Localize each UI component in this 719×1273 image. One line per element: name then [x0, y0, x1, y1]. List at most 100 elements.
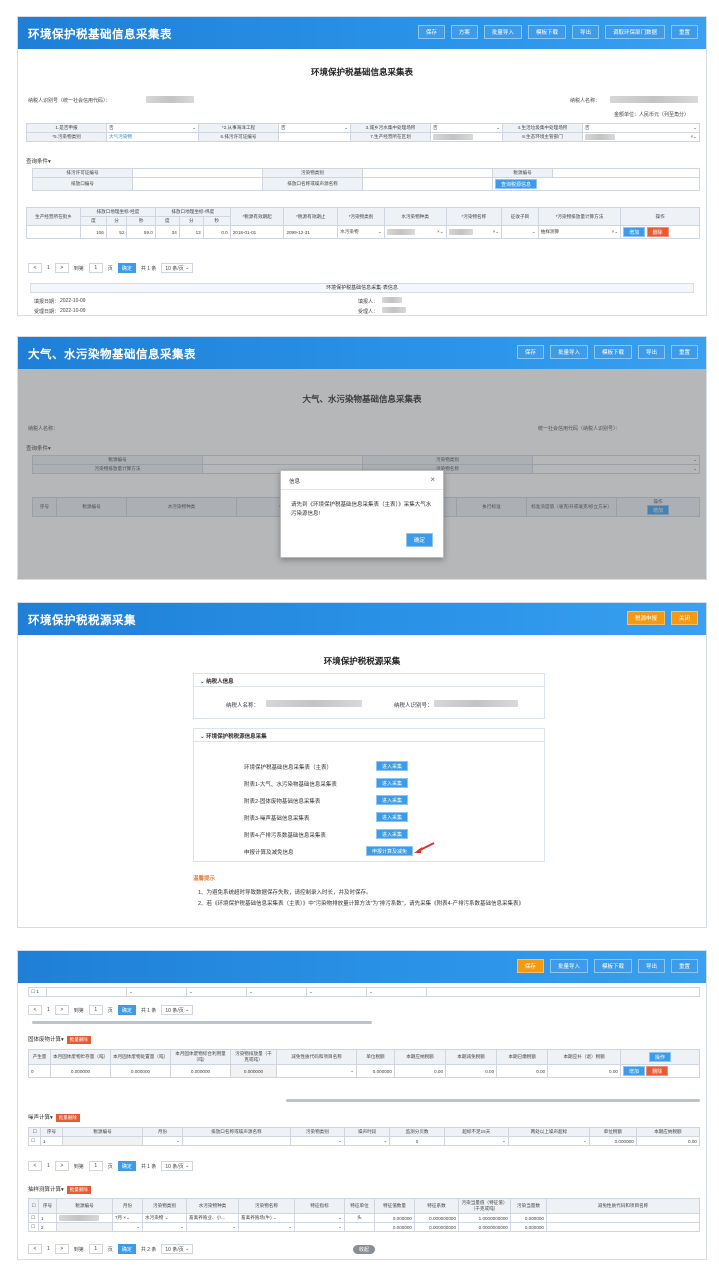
reset-button[interactable]: 重置 [670, 959, 698, 973]
query-source-button[interactable]: 查询税源信息 [495, 179, 538, 189]
export-button[interactable]: 导出 [571, 25, 599, 39]
goto-page-input[interactable]: 1 [88, 1161, 103, 1171]
enter-annex4-button[interactable]: 进入采集 [376, 829, 409, 839]
row-checkbox[interactable]: ☐ [28, 1136, 41, 1146]
category-select[interactable]: 水污染物 ⌄ [337, 225, 385, 239]
sub-item-select[interactable]: ⌄ [501, 225, 539, 239]
fetch-env-data-button[interactable]: 调取环保部门数据 [604, 25, 665, 39]
enter-calc-button[interactable]: 申报计算及减免 [366, 846, 414, 856]
section-title[interactable]: 抽样测算计算▾ 批量删除 [28, 1185, 91, 1194]
batch-delete-button[interactable]: 批量删除 [55, 1114, 80, 1122]
goto-page-input[interactable]: 1 [88, 263, 103, 273]
template-download-button[interactable]: 模板下载 [593, 959, 632, 973]
region-input[interactable] [430, 132, 503, 142]
collapse-button[interactable]: 收起 [353, 1245, 376, 1254]
enter-main-button[interactable]: 进入采集 [376, 761, 409, 771]
current-page[interactable]: 1 [47, 1007, 50, 1013]
current-page[interactable]: 1 [47, 1163, 50, 1169]
dialog-confirm-button[interactable]: 确定 [405, 533, 433, 547]
batch-import-button[interactable]: 批量导入 [549, 345, 588, 359]
row-checkbox[interactable]: ☐ 1 [28, 987, 47, 997]
current-page[interactable]: 1 [47, 1246, 50, 1252]
lat-min-input[interactable]: 13 [178, 225, 204, 239]
enter-annex2-button[interactable]: 进入采集 [376, 795, 409, 805]
page-size-select[interactable]: 10 条/页 ⌄ [161, 1005, 194, 1015]
permit-number-input[interactable] [278, 132, 351, 142]
lat-deg-input[interactable]: 34 [154, 225, 180, 239]
save-button[interactable]: 保存 [516, 959, 544, 973]
pollutant-category-select[interactable]: 大气污染物 [106, 132, 199, 142]
horizontal-scrollbar[interactable] [286, 1099, 700, 1102]
section-title[interactable]: 噪声计算▾ 批量删除 [28, 1113, 80, 1122]
reset-button[interactable]: 重置 [670, 345, 698, 359]
goto-confirm-button[interactable]: 确定 [117, 263, 136, 273]
delete-row-button[interactable]: 删除 [646, 1066, 669, 1076]
accept-date-value[interactable]: 2022-10-09 [60, 308, 86, 314]
method-select[interactable]: 抽样测算 ×⌄ [537, 225, 622, 239]
query-outlet-input[interactable] [132, 177, 263, 191]
horizontal-scrollbar[interactable] [32, 1021, 372, 1024]
row-checkbox[interactable]: ☐ [28, 1222, 39, 1232]
section-title[interactable]: 固体废物计算▾ 批量删除 [28, 1035, 91, 1044]
prev-page-button[interactable]: < [28, 263, 42, 273]
lon-min-input[interactable]: 52 [105, 225, 128, 239]
query-source-input[interactable] [552, 168, 700, 178]
query-outlet-name-input[interactable] [362, 177, 493, 191]
street-input[interactable] [26, 225, 81, 239]
declare-button[interactable]: 税源申报 [626, 611, 665, 625]
row-checkbox[interactable]: ☐ [28, 1213, 39, 1223]
sewage-select[interactable]: 否 ⌄ [430, 123, 503, 133]
delete-row-button[interactable]: 删除 [646, 227, 669, 237]
add-row-button[interactable]: 操作 [648, 1052, 671, 1062]
goto-page-input[interactable]: 1 [88, 1005, 103, 1015]
query-category-input[interactable] [362, 168, 493, 178]
add-row-button[interactable]: 增加 [622, 1066, 645, 1076]
lon-sec-input[interactable]: 59.0 [126, 225, 156, 239]
save-button[interactable]: 保存 [417, 25, 445, 39]
goto-confirm-button[interactable]: 确定 [117, 1244, 136, 1254]
garbage-select[interactable]: 否 ⌄ [582, 123, 700, 133]
batch-delete-button[interactable]: 批量删除 [66, 1186, 91, 1194]
export-button[interactable]: 导出 [637, 345, 665, 359]
env-dept-select[interactable]: ×⌄ [582, 132, 700, 142]
next-page-button[interactable]: > [54, 1161, 69, 1171]
close-icon[interactable]: × [430, 475, 435, 484]
is-declare-select[interactable]: 否 ⌄ [106, 123, 199, 133]
row-checkbox[interactable]: ☐ [28, 1127, 41, 1137]
enter-annex1-button[interactable]: 进入采集 [376, 778, 409, 788]
next-page-button[interactable]: > [54, 1005, 69, 1015]
next-page-button[interactable]: > [54, 1244, 69, 1254]
pollutant-name-select[interactable]: ×⌄ [445, 225, 503, 239]
goto-page-input[interactable]: 1 [88, 1244, 103, 1254]
prev-page-button[interactable]: < [28, 1161, 42, 1171]
template-download-button[interactable]: 模板下载 [593, 345, 632, 359]
goto-confirm-button[interactable]: 确定 [117, 1005, 136, 1015]
prev-page-button[interactable]: < [28, 1005, 42, 1015]
close-button[interactable]: 关闭 [670, 611, 698, 625]
page-size-select[interactable]: 10 条/页 ⌄ [161, 1244, 194, 1254]
enter-annex3-button[interactable]: 进入采集 [376, 812, 409, 822]
save-button[interactable]: 保存 [516, 345, 544, 359]
row-checkbox[interactable]: ☐ [28, 1198, 39, 1214]
reduction-select[interactable]: ⌄ [276, 1064, 357, 1078]
lat-sec-input[interactable]: 0.0 [202, 225, 231, 239]
batch-delete-button[interactable]: 批量删除 [66, 1036, 91, 1044]
query-title[interactable]: 查询条件▾ [26, 157, 51, 165]
template-download-button[interactable]: 模板下载 [527, 25, 566, 39]
batch-import-button[interactable]: 批量导入 [549, 959, 588, 973]
marine-select[interactable]: 否 ⌄ [278, 123, 351, 133]
fill-date-value[interactable]: 2022-10-09 [60, 298, 86, 304]
prev-page-button[interactable]: < [28, 1244, 42, 1254]
add-row-button[interactable]: 增加 [623, 227, 646, 237]
next-page-button[interactable]: > [54, 263, 69, 273]
end-date-input[interactable]: 2099-12-31 [283, 225, 339, 239]
page-size-select[interactable]: 10 条/页 ⌄ [161, 263, 194, 273]
export-button[interactable]: 导出 [637, 959, 665, 973]
query-permit-input[interactable] [132, 168, 263, 178]
current-page[interactable]: 1 [47, 265, 50, 271]
reset-button[interactable]: 重置 [670, 25, 698, 39]
batch-import-button[interactable]: 批量导入 [483, 25, 522, 39]
goto-confirm-button[interactable]: 确定 [117, 1161, 136, 1171]
start-date-input[interactable]: 2018-01-01 [229, 225, 285, 239]
lon-deg-input[interactable]: 106 [80, 225, 107, 239]
